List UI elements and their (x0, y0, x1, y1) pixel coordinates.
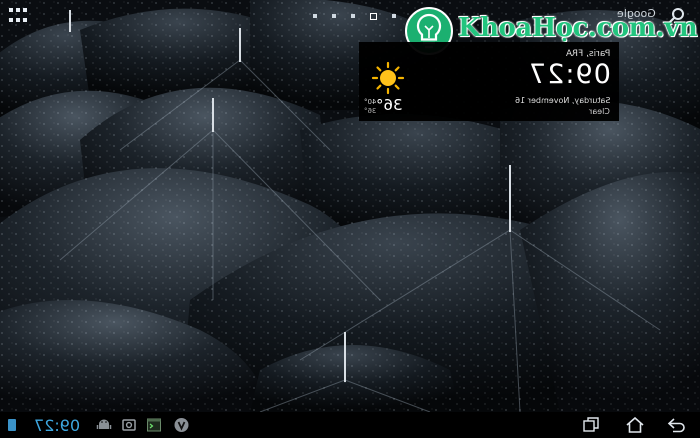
navbar-clock[interactable]: 09:27 (28, 416, 86, 435)
weather-clock-widget[interactable]: Paris, FRA 09:27 Saturday, November 16 C… (359, 42, 619, 121)
page-dot-active[interactable] (370, 12, 377, 20)
sun-icon (371, 61, 405, 95)
page-dot[interactable] (332, 14, 336, 18)
weather-condition: Clear (589, 107, 610, 116)
widget-date: Saturday, November 16 (514, 96, 610, 105)
status-icon[interactable] (8, 419, 16, 431)
recent-apps-icon[interactable] (583, 417, 599, 433)
weather-temperature: 36° (376, 96, 403, 114)
camera-icon[interactable] (122, 417, 136, 433)
page-dot[interactable] (392, 14, 396, 18)
widget-clock-time: 09:27 (528, 59, 611, 90)
back-icon[interactable] (667, 417, 687, 433)
page-dot[interactable] (313, 14, 317, 18)
page-indicator (313, 12, 396, 20)
terminal-icon[interactable] (147, 417, 161, 433)
page-dot[interactable] (351, 14, 355, 18)
apps-drawer-button[interactable] (9, 8, 29, 24)
weather-low: 36° (364, 107, 377, 115)
v-app-icon[interactable] (174, 417, 189, 433)
system-navigation-bar: 09:27 (0, 412, 700, 438)
weather-high: 40° (364, 98, 377, 106)
android-icon[interactable] (96, 417, 112, 433)
home-icon[interactable] (625, 417, 645, 433)
weather-city: Paris, FRA (565, 49, 610, 59)
